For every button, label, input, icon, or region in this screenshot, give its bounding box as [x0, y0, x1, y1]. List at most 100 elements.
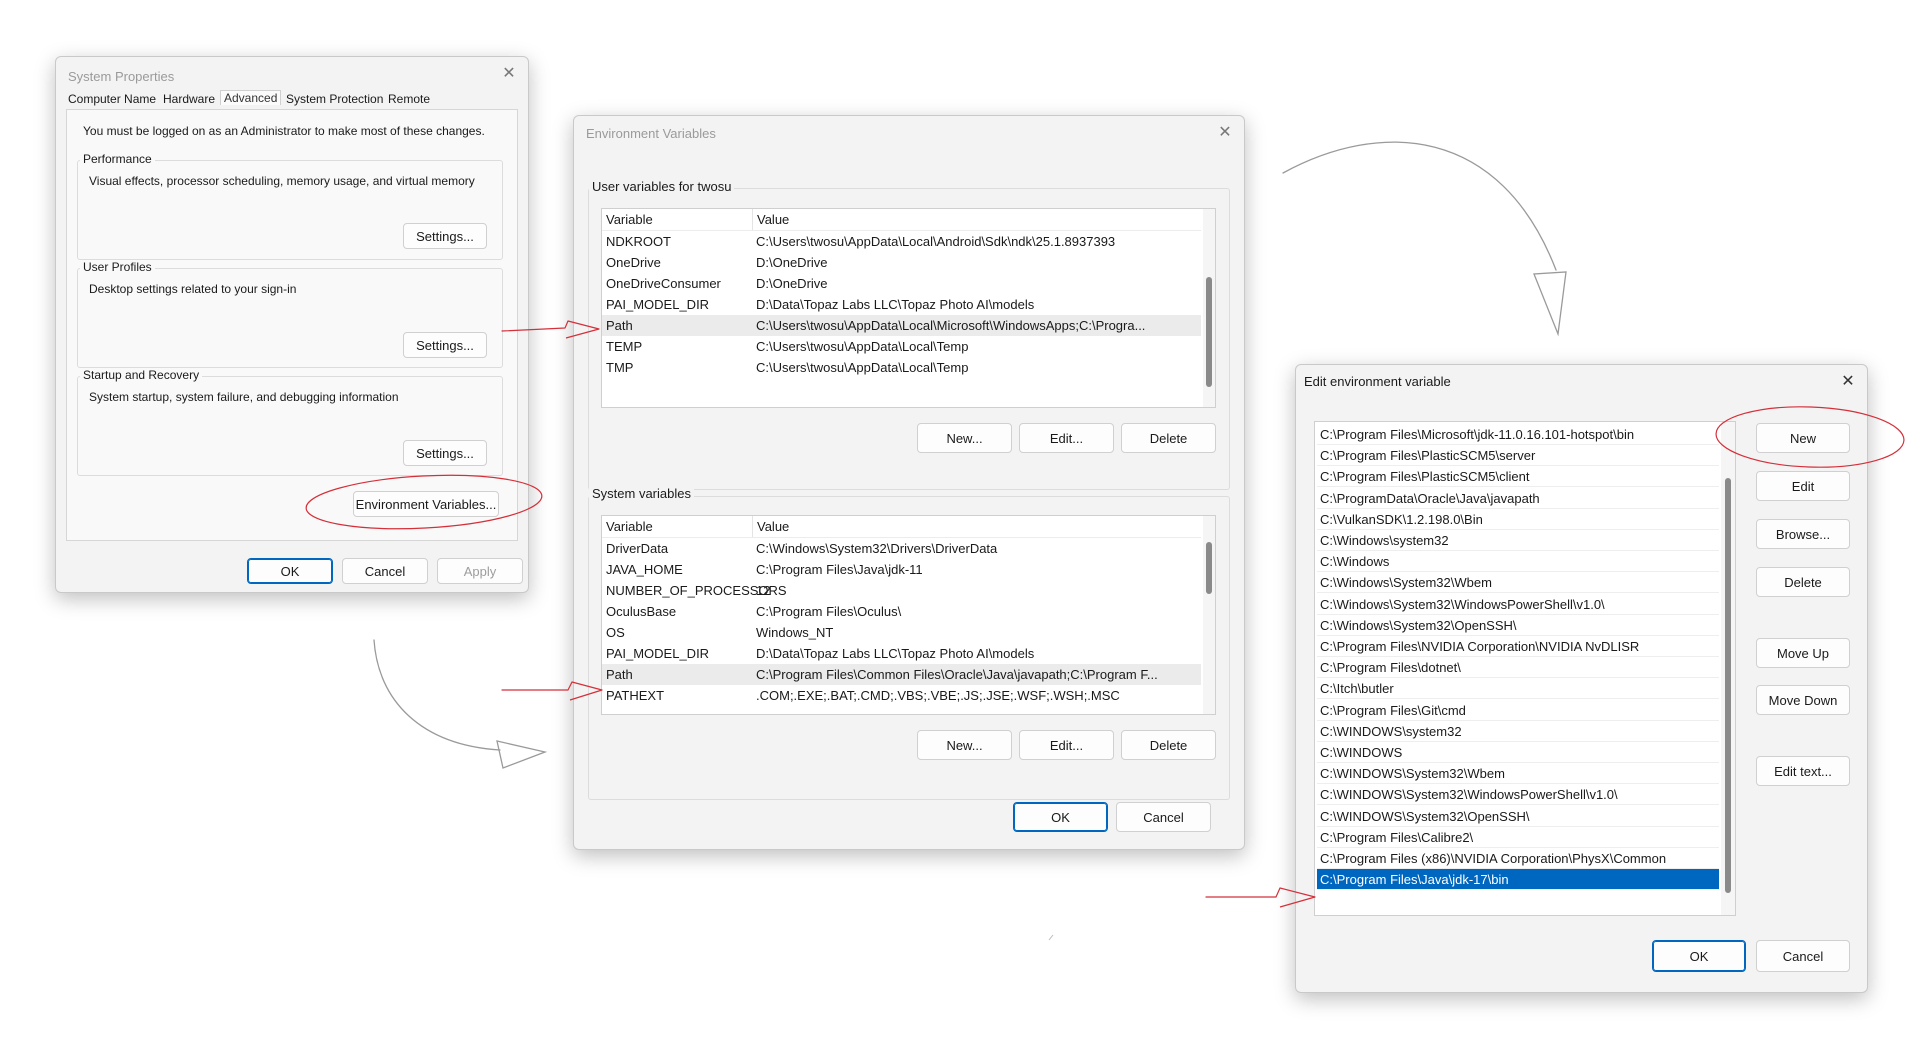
list-item[interactable]: C:\Windows\System32\Wbem: [1317, 572, 1719, 594]
table-row[interactable]: OS Windows_NT: [602, 622, 1201, 643]
list-item[interactable]: C:\Windows\system32: [1317, 530, 1719, 551]
environment-variables-button[interactable]: Environment Variables...: [353, 491, 499, 517]
tab-advanced[interactable]: Advanced: [220, 90, 282, 105]
user-profiles-settings-button[interactable]: Settings...: [403, 332, 487, 358]
scrollbar[interactable]: [1721, 422, 1735, 915]
variable-value: C:\Program Files\Java\jdk-11: [756, 562, 923, 577]
curved-arrow-down: [373, 639, 501, 751]
list-item[interactable]: C:\Program Files\Git\cmd: [1317, 700, 1719, 721]
list-item[interactable]: C:\Program Files\Calibre2\: [1317, 827, 1719, 848]
system-variables-list: Variable Value DriverData C:\Windows\Syst…: [601, 515, 1216, 715]
browse-button[interactable]: Browse...: [1756, 519, 1850, 549]
startup-recovery-desc: System startup, system failure, and debu…: [89, 390, 399, 404]
close-icon[interactable]: ✕: [1837, 371, 1859, 393]
close-icon[interactable]: ✕: [1214, 122, 1236, 144]
window-title: System Properties: [68, 69, 175, 84]
variable-name: TMP: [606, 360, 634, 375]
cancel-button[interactable]: Cancel: [1756, 940, 1850, 972]
variable-name: NDKROOT: [606, 234, 671, 249]
system-edit-button[interactable]: Edit...: [1019, 730, 1114, 760]
ok-button[interactable]: OK: [1652, 940, 1746, 972]
scrollbar-thumb[interactable]: [1206, 542, 1212, 594]
edit-text-button[interactable]: Edit text...: [1756, 756, 1850, 786]
list-item[interactable]: C:\Program Files\dotnet\: [1317, 657, 1719, 679]
list-item[interactable]: C:\Windows\System32\WindowsPowerShell\v1…: [1317, 594, 1719, 615]
user-edit-button[interactable]: Edit...: [1019, 423, 1114, 453]
variable-value: C:\Program Files\Common Files\Oracle\Jav…: [756, 667, 1158, 682]
column-variable[interactable]: Variable: [606, 209, 653, 230]
variable-name: DriverData: [606, 541, 669, 556]
scrollbar-thumb[interactable]: [1725, 478, 1731, 893]
list-item[interactable]: C:\ProgramData\Oracle\Java\javapath: [1317, 488, 1719, 509]
tab-hardware[interactable]: Hardware: [163, 92, 215, 106]
table-row[interactable]: Path C:\Program Files\Common Files\Oracle…: [602, 664, 1201, 685]
table-row[interactable]: TEMP C:\Users\twosu\AppData\Local\Temp: [602, 336, 1201, 357]
system-variables-label: System variables: [589, 486, 694, 501]
list-item[interactable]: C:\VulkanSDK\1.2.198.0\Bin: [1317, 509, 1719, 530]
table-row[interactable]: TMP C:\Users\twosu\AppData\Local\Temp: [602, 357, 1201, 378]
table-row[interactable]: NDKROOT C:\Users\twosu\AppData\Local\Andr…: [602, 231, 1201, 252]
list-item[interactable]: C:\Windows: [1317, 551, 1719, 573]
ok-button[interactable]: OK: [1013, 802, 1108, 832]
table-row[interactable]: OculusBase C:\Program Files\Oculus\: [602, 601, 1201, 622]
variable-value: D:\OneDrive: [756, 276, 828, 291]
variable-value: D:\Data\Topaz Labs LLC\Topaz Photo AI\mo…: [756, 646, 1035, 661]
list-item[interactable]: C:\Program Files\Microsoft\jdk-11.0.16.1…: [1317, 424, 1719, 445]
table-row[interactable]: PAI_MODEL_DIR D:\Data\Topaz Labs LLC\Topa…: [602, 643, 1201, 664]
performance-settings-button[interactable]: Settings...: [403, 223, 487, 249]
list-item[interactable]: C:\Program Files\PlasticSCM5\client: [1317, 466, 1719, 488]
startup-recovery-label: Startup and Recovery: [80, 368, 203, 382]
curved-arrow-right: [1282, 141, 1557, 271]
user-delete-button[interactable]: Delete: [1121, 423, 1216, 453]
startup-settings-button[interactable]: Settings...: [403, 440, 487, 466]
scrollbar[interactable]: [1203, 516, 1215, 714]
variable-name: Path: [606, 667, 633, 682]
column-value[interactable]: Value: [752, 516, 789, 537]
cancel-button[interactable]: Cancel: [1116, 802, 1211, 832]
apply-button[interactable]: Apply: [437, 558, 523, 584]
list-item[interactable]: C:\WINDOWS\system32: [1317, 721, 1719, 742]
tab-computer-name[interactable]: Computer Name: [68, 92, 156, 106]
table-row[interactable]: OneDriveConsumer D:\OneDrive: [602, 273, 1201, 294]
table-row[interactable]: JAVA_HOME C:\Program Files\Java\jdk-11: [602, 559, 1201, 580]
list-item[interactable]: C:\WINDOWS\System32\Wbem: [1317, 763, 1719, 785]
table-row[interactable]: PAI_MODEL_DIR D:\Data\Topaz Labs LLC\Topa…: [602, 294, 1201, 315]
table-row[interactable]: Path C:\Users\twosu\AppData\Local\Microso…: [602, 315, 1201, 336]
table-row[interactable]: NUMBER_OF_PROCESSORS 12: [602, 580, 1201, 601]
list-item[interactable]: C:\WINDOWS: [1317, 742, 1719, 763]
list-item[interactable]: C:\WINDOWS\System32\WindowsPowerShell\v1…: [1317, 784, 1719, 806]
delete-button[interactable]: Delete: [1756, 567, 1850, 597]
scrollbar[interactable]: [1203, 209, 1215, 407]
list-item[interactable]: C:\WINDOWS\System32\OpenSSH\: [1317, 806, 1719, 827]
variable-name: OneDrive: [606, 255, 661, 270]
column-variable[interactable]: Variable: [606, 516, 653, 537]
list-item[interactable]: C:\Program Files\Java\jdk-17\bin: [1317, 869, 1719, 891]
variable-name: OculusBase: [606, 604, 677, 619]
list-item[interactable]: C:\Program Files (x86)\NVIDIA Corporatio…: [1317, 848, 1719, 869]
move-down-button[interactable]: Move Down: [1756, 685, 1850, 715]
table-row[interactable]: PATHEXT .COM;.EXE;.BAT;.CMD;.VBS;.VBE;.JS…: [602, 685, 1201, 706]
column-value[interactable]: Value: [752, 209, 789, 230]
system-delete-button[interactable]: Delete: [1121, 730, 1216, 760]
path-entries-list: C:\Program Files\Microsoft\jdk-11.0.16.1…: [1314, 421, 1736, 916]
move-up-button[interactable]: Move Up: [1756, 638, 1850, 668]
table-row[interactable]: OneDrive D:\OneDrive: [602, 252, 1201, 273]
new-button[interactable]: New: [1756, 423, 1850, 453]
edit-button[interactable]: Edit: [1756, 471, 1850, 501]
close-icon[interactable]: ✕: [498, 63, 520, 85]
table-row[interactable]: DriverData C:\Windows\System32\Drivers\Dr…: [602, 538, 1201, 559]
system-new-button[interactable]: New...: [917, 730, 1012, 760]
cancel-button[interactable]: Cancel: [342, 558, 428, 584]
list-item[interactable]: C:\Itch\butler: [1317, 678, 1719, 700]
variable-name: PAI_MODEL_DIR: [606, 646, 710, 661]
list-item[interactable]: C:\Windows\System32\OpenSSH\: [1317, 615, 1719, 636]
list-item[interactable]: C:\Program Files\PlasticSCM5\server: [1317, 445, 1719, 467]
list-header: Variable Value: [602, 516, 1201, 538]
scrollbar-thumb[interactable]: [1206, 277, 1212, 387]
list-item[interactable]: C:\Program Files\NVIDIA Corporation\NVID…: [1317, 636, 1719, 657]
user-new-button[interactable]: New...: [917, 423, 1012, 453]
variable-value: C:\Users\twosu\AppData\Local\Temp: [756, 339, 969, 354]
ok-button[interactable]: OK: [247, 558, 333, 584]
tab-remote[interactable]: Remote: [388, 92, 430, 106]
tab-system-protection[interactable]: System Protection: [286, 92, 383, 106]
